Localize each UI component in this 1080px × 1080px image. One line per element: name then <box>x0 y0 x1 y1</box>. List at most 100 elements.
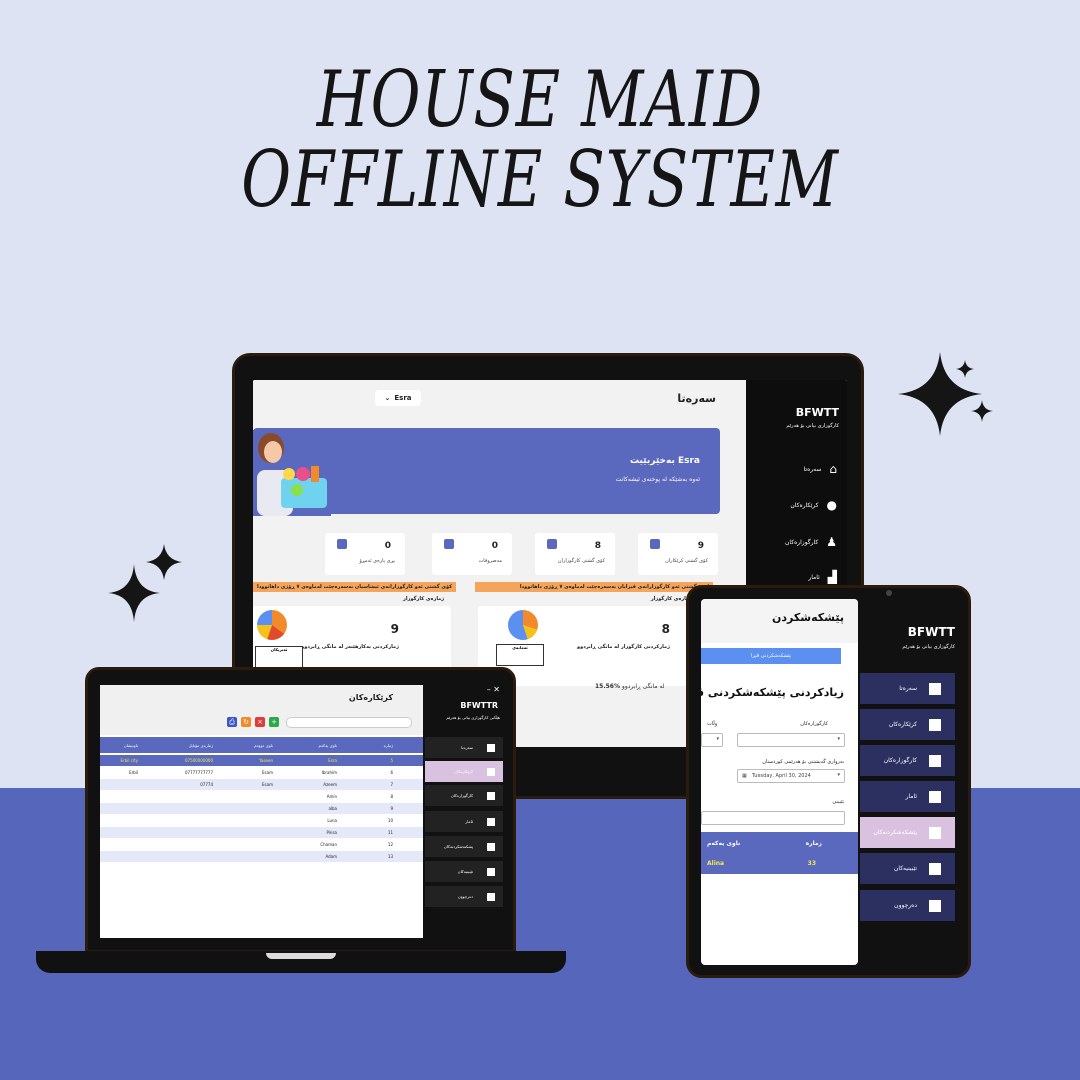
sidebar-item-logout[interactable]: دەرچوون <box>425 886 503 907</box>
table-cell: Ibrahim <box>321 770 337 775</box>
table-row[interactable]: 7 Azeem Esam 07774 <box>100 779 423 790</box>
headline: HOUSE MAID OFFLINE SYSTEM <box>119 60 961 220</box>
table-row[interactable]: 5 Esra Yaseen 07500000000 Erbil city <box>100 755 423 766</box>
table-row[interactable]: 12 Chaman <box>100 839 423 850</box>
user-icon: ● <box>826 498 837 512</box>
table-cell: Erbil city <box>120 758 138 763</box>
table-cell: 6 <box>390 770 393 775</box>
sidebar-item-stats[interactable]: ئامار <box>425 811 503 832</box>
sidebar-item-visa[interactable]: پشکنەشکردنەکان <box>425 836 503 857</box>
headline-line-2: OFFLINE SYSTEM <box>241 135 839 225</box>
sidebar-item-notes[interactable]: تێبینیەکان <box>860 853 955 884</box>
visa-main: پێشکەشکردن پێشکەشکردنی ڤیزا زیادکردنی پێ… <box>701 599 858 965</box>
page-title: پێشکەشکردن <box>772 611 844 624</box>
sidebar-item-workers[interactable]: کرێکارەکان ● <box>790 498 837 512</box>
stat-card[interactable]: 9 کۆی گشتی کرێکاران <box>638 533 718 575</box>
worker-icon <box>547 539 557 549</box>
sparkle-icon <box>898 352 993 436</box>
user-selector[interactable]: ⌄ Esra <box>375 390 421 406</box>
tablet-screen: پێشکەشکردن پێشکەشکردنی ڤیزا زیادکردنی پێ… <box>701 599 957 965</box>
refresh-button[interactable]: ↻ <box>241 717 251 727</box>
sidebar-item-maids[interactable]: کارگوزارەکان <box>860 745 955 776</box>
welcome-subtitle: ئەوە بەشێکە لە پوختەی ئیشەکانت <box>615 476 700 483</box>
search-input[interactable] <box>286 717 412 728</box>
country-select[interactable]: ▾ <box>701 733 723 747</box>
sidebar-item-workers[interactable]: کرێکارەکان <box>425 761 503 782</box>
table-row[interactable]: 9 alba <box>100 803 423 814</box>
home-icon: ⌂ <box>829 462 837 476</box>
sidebar-item-home[interactable]: سەرەتا ⌂ <box>804 462 837 476</box>
date-value: Tuesday, April 30, 2024 <box>752 773 811 779</box>
sidebar-item-label: تێبینیەکان <box>457 869 473 874</box>
sidebar-item-logout[interactable]: دەرچوون <box>860 890 955 921</box>
sidebar-item-visa[interactable]: پێشکەشکردنەکان <box>860 817 955 848</box>
sidebar-item-label: سەرەتا <box>899 685 917 692</box>
table-cell: 8 <box>390 794 393 799</box>
worker-select[interactable]: ▾ <box>737 733 845 747</box>
table-cell: Adam <box>325 854 337 859</box>
sidebar-item-stats[interactable]: ئامار <box>860 781 955 812</box>
sidebar-item-home[interactable]: سەرەتا <box>860 673 955 704</box>
column-header: ژمارە <box>383 743 393 748</box>
sidebar-item-maids[interactable]: کارگوزارەکان ♟ <box>785 535 837 549</box>
stat-value: 8 <box>594 541 601 551</box>
legend-title: ئەتریکان <box>270 647 288 652</box>
print-button[interactable]: ⎙ <box>227 717 237 727</box>
table-row[interactable]: 10 Luna <box>100 815 423 826</box>
stat-card[interactable]: 0 مەصروفات <box>432 533 512 575</box>
table-cell: 5 <box>390 758 393 763</box>
country-label: وڵات <box>707 721 718 727</box>
percent-value: 15.56 <box>595 683 614 690</box>
stat-card[interactable]: 0 بڕی پارەی ئەمڕۆ <box>325 533 405 575</box>
arrival-date-field[interactable]: ▦ Tuesday, April 30, 2024 ▾ <box>737 769 845 783</box>
sidebar: BFWTT کارگوزاری بیانی بۆ هەرێم سەرەتا کر… <box>858 599 957 965</box>
table-cell: 07774 <box>200 782 213 787</box>
table-cell: Amin <box>326 794 337 799</box>
stat-label: بڕی پارەی ئەمڕۆ <box>359 558 395 564</box>
table-cell: Erbil <box>129 770 138 775</box>
add-button[interactable]: + <box>269 717 279 727</box>
percent-change: لە مانگی ڕابردوو %15.56 <box>595 683 665 690</box>
headline-line-1: HOUSE MAID <box>316 55 764 145</box>
table-row[interactable]: 6 Ibrahim Esam 07777777777 Erbil <box>100 767 423 778</box>
column-header: ناوی یەکەم <box>318 743 337 748</box>
table-row[interactable]: 13 Adam <box>100 851 423 862</box>
sidebar-item-notes[interactable]: تێبینیەکان <box>425 861 503 882</box>
note-label: تێبینی <box>832 799 844 805</box>
brand-name: BFWTT <box>907 625 955 639</box>
add-visa-button[interactable]: پێشکەشکردنی ڤیزا <box>701 648 841 664</box>
column-header: زمارە <box>805 840 822 847</box>
camera-icon <box>886 590 892 596</box>
sidebar-item-label: ئامار <box>465 819 473 824</box>
note-input[interactable] <box>701 811 845 825</box>
sidebar-item-maids[interactable]: کارگوزارەکان <box>425 785 503 806</box>
delete-button[interactable]: × <box>255 717 265 727</box>
table-row[interactable]: 33 Alina <box>701 854 858 874</box>
sidebar-item-workers[interactable]: کرێکارەکان <box>860 709 955 740</box>
table-row[interactable]: 8 Amin <box>100 791 423 802</box>
top-bar: سەرەتا ⌄ Esra <box>253 380 746 416</box>
sidebar-item-label: پشکنەشکردنەکان <box>443 844 473 849</box>
laptop-notch <box>266 953 336 959</box>
table-row[interactable]: 11 Pinsa <box>100 827 423 838</box>
user-name: Esra <box>394 394 412 402</box>
visa-expiry-alert[interactable]: کۆی گشتی ئەو کارگوزارانەی ڤیزایان بەسەرە… <box>475 582 713 592</box>
brand-name: BFWTT <box>795 406 839 419</box>
table-cell: 10 <box>387 818 393 823</box>
document-icon <box>487 842 495 851</box>
pie-legend: ئەمانەی <box>496 644 544 666</box>
sidebar-item-stats[interactable]: ئامار ▟ <box>808 570 837 584</box>
user-icon <box>487 767 495 776</box>
window-controls[interactable]: – ✕ <box>487 685 500 694</box>
column-header: ناوی دووەم <box>254 743 273 748</box>
sidebar-item-label: تێبینیەکان <box>893 865 917 872</box>
logout-icon <box>929 899 941 912</box>
row-name: Alina <box>707 860 725 867</box>
column-header: ژمارەی مۆبایل <box>188 743 213 748</box>
stat-card[interactable]: 8 کۆی گشتی کارگوزاران <box>535 533 615 575</box>
page-title: کرێکارەکان <box>348 693 393 702</box>
brand-subtitle: هێڵانی کارگوزاری بیانی بۆ هەرێم <box>446 715 500 720</box>
sidebar-item-home[interactable]: سەرەتا <box>425 737 503 758</box>
residency-expiry-alert[interactable]: کۆی گشتی ئەو کارگوزارانەی ئیشاسیان بەسەر… <box>253 582 456 592</box>
pie-chart <box>257 610 287 640</box>
